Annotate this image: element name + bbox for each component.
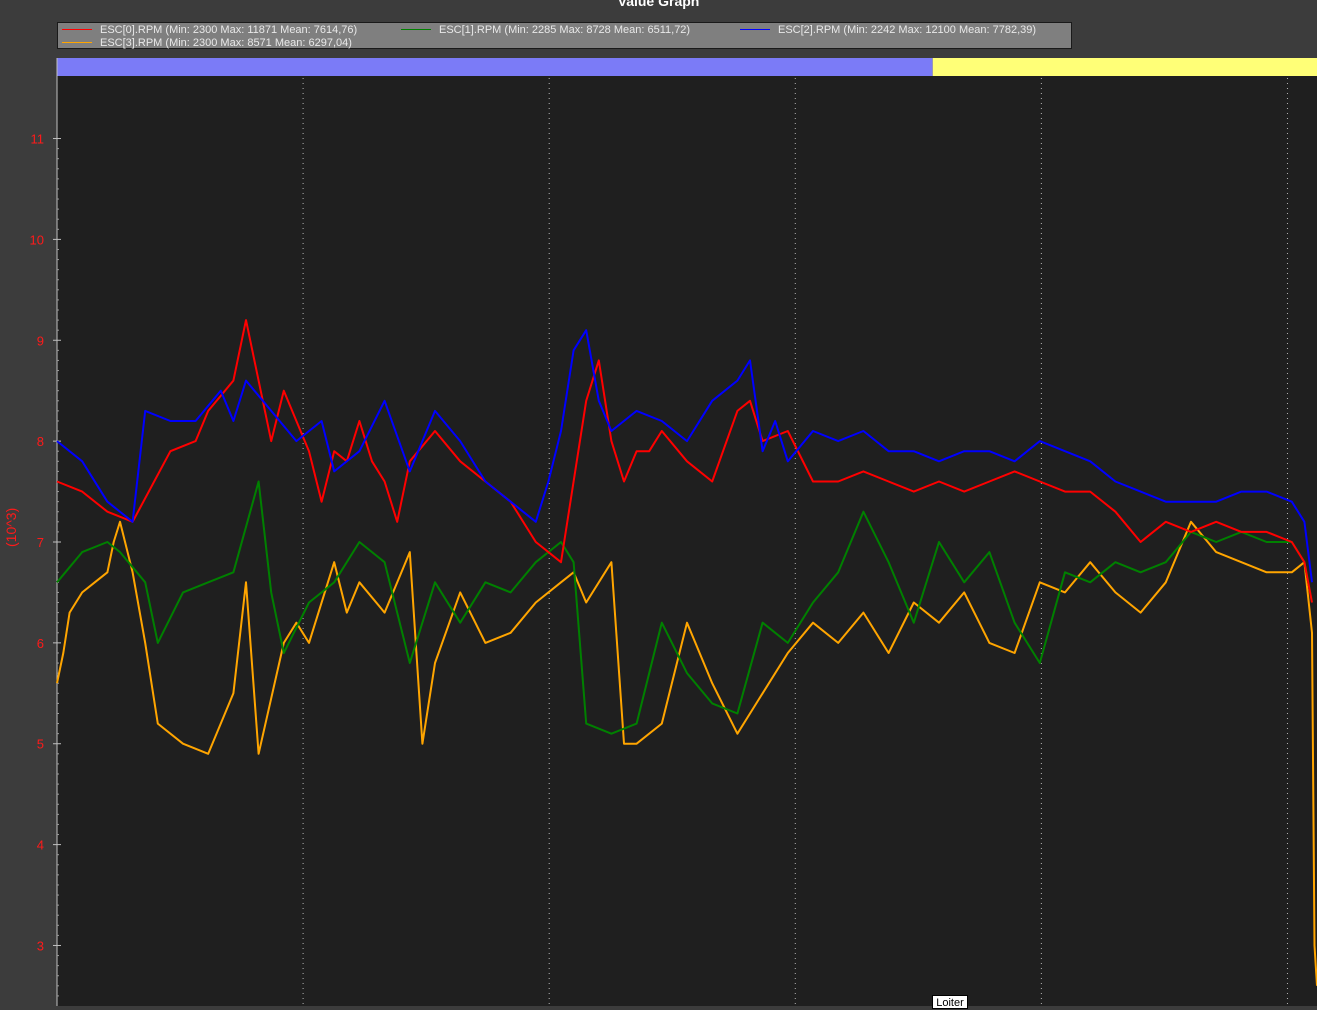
y-tick-label: 10: [30, 232, 44, 247]
plot-area[interactable]: [57, 58, 1317, 1006]
y-tick-label: 4: [37, 838, 44, 853]
mode-segment-1: [932, 58, 1317, 76]
chart-canvas[interactable]: 3 4 5 6 7 8 9 10 11: [0, 0, 1317, 1006]
y-tick-label: 7: [37, 535, 44, 550]
y-tick-label: 6: [37, 636, 44, 651]
y-tick-label: 8: [37, 434, 44, 449]
y-tick-label: 9: [37, 333, 44, 348]
flight-mode-bar: [57, 58, 1317, 76]
y-tick-label: 3: [37, 938, 44, 953]
flight-mode-label: Loiter: [932, 995, 968, 1009]
y-tick-label: 11: [31, 132, 45, 147]
y-axis: 3 4 5 6 7 8 9 10 11: [30, 58, 61, 1006]
mode-segment-0: [57, 58, 933, 76]
y-tick-label: 5: [37, 737, 44, 752]
